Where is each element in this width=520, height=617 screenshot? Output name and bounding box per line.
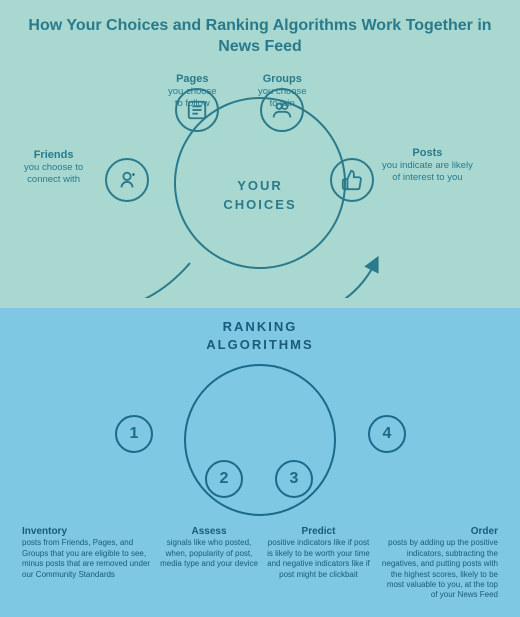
choices-diagram: Pages you choose to follow Groups you ch…	[20, 68, 500, 308]
assess-label: Assess signals like who posted, when, po…	[159, 525, 259, 600]
ranking-arc-svg	[0, 360, 520, 530]
top-section: How Your Choices and Ranking Algorithms …	[0, 0, 520, 308]
pages-label: Pages you choose to follow	[168, 72, 217, 111]
ranking-diagram: 1 2 3 4	[20, 360, 500, 535]
groups-label: Groups you choose to join	[258, 72, 307, 111]
posts-icon-circle	[330, 158, 374, 202]
predict-label: Predict positive indicators like if post…	[266, 525, 371, 600]
ranking-title: RANKINGALGORITHMS	[20, 318, 500, 354]
your-choices-label: YOURCHOICES	[223, 176, 296, 215]
order-label: Order posts by adding up the positive in…	[378, 525, 498, 600]
friends-label: Friends you choose to connect with	[24, 148, 83, 187]
inventory-label: Inventory posts from Friends, Pages, and…	[22, 525, 152, 600]
main-title: How Your Choices and Ranking Algorithms …	[20, 16, 500, 58]
bottom-labels: Inventory posts from Friends, Pages, and…	[20, 525, 500, 600]
bottom-section: RANKINGALGORITHMS 1 2 3 4	[0, 308, 520, 617]
friends-icon-circle	[105, 158, 149, 202]
posts-label: Posts you indicate are likely of interes…	[382, 146, 473, 185]
